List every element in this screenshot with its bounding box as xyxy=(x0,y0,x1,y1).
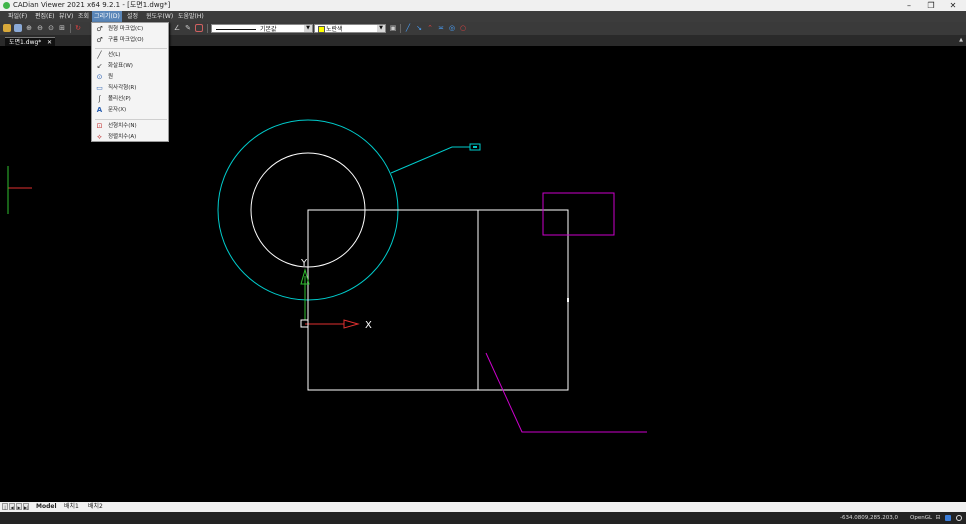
magenta-polyline[interactable] xyxy=(485,352,647,433)
menu-settings[interactable]: 설정 xyxy=(125,11,140,22)
aligned-dimension-icon: ⟡ xyxy=(97,133,102,141)
rectangle-icon: ▭ xyxy=(96,84,103,92)
draw-menu-item-rectangle[interactable]: ▭ 직사각형(R) xyxy=(92,83,168,94)
line-tool-icon[interactable]: ╱ xyxy=(404,24,412,32)
toolbar-separator xyxy=(70,24,71,33)
draw-menu-item-circle[interactable]: ⊙ 원 xyxy=(92,72,168,83)
cloud-tool-icon[interactable]: ≍ xyxy=(437,24,445,32)
monitor-icon[interactable] xyxy=(945,515,951,521)
ucs-y-label: Y xyxy=(300,258,308,269)
first-tab-icon[interactable]: |◀ xyxy=(2,503,8,517)
draw-menu-item-polyline[interactable]: ʃ 폴리선(P) xyxy=(92,94,168,105)
edge-grip xyxy=(567,298,569,302)
layout-tab-bar: |◀ ◀ ▶ ▶| Model 배치1 배치2 xyxy=(0,502,966,517)
circle-icon: ⊙ xyxy=(96,73,103,81)
cursor-coordinates: -634.0809,285.203,0 xyxy=(840,515,898,521)
print-icon[interactable] xyxy=(195,24,203,32)
layer-icon[interactable]: ▣ xyxy=(389,24,397,32)
draw-menu-item-line[interactable]: ╱ 선(L) xyxy=(92,50,168,61)
menu-bar: 파일(F) 편집(E) 뷰(V) 조회 그리기(D) 설정 윈도우(W) 도움말… xyxy=(0,11,966,22)
status-bar: -634.0809,285.203,0 OpenGL ⊟ xyxy=(0,512,966,524)
zoom-in-icon[interactable]: ⊕ xyxy=(25,24,33,32)
close-button[interactable]: ✕ xyxy=(942,0,964,11)
renderer-mode[interactable]: OpenGL xyxy=(910,512,932,524)
menu-separator xyxy=(95,119,167,120)
chevron-up-icon[interactable]: ▲ xyxy=(959,37,963,43)
magenta-rectangle[interactable] xyxy=(542,192,615,236)
color-value: 노란색 xyxy=(326,26,343,33)
cloud-markup-icon: ♂ xyxy=(96,36,103,44)
polyline-icon: ʃ xyxy=(98,95,101,103)
circle-markup-icon: ♂ xyxy=(96,25,103,33)
zoom-out-icon[interactable]: ⊖ xyxy=(36,24,44,32)
right-rectangle[interactable] xyxy=(477,209,569,391)
linetype-preview xyxy=(216,29,256,30)
menu-separator xyxy=(95,48,167,49)
linetype-value: 기본값 xyxy=(260,26,277,33)
leader-grip xyxy=(473,146,477,148)
last-tab-icon[interactable]: ▶| xyxy=(23,503,29,510)
prev-tab-icon[interactable]: ◀ xyxy=(9,503,15,510)
text-icon: A xyxy=(96,106,103,114)
title-bar: CADian Viewer 2021 x64 9.2.1 - [도면1.dwg*… xyxy=(0,0,966,11)
line-icon: ╱ xyxy=(97,51,102,59)
linetype-select[interactable]: 기본값 ▼ xyxy=(211,24,313,33)
zoom-window-icon[interactable]: ⊞ xyxy=(58,24,66,32)
arrow-tool-icon[interactable]: ↘ xyxy=(415,24,423,32)
measure-icon[interactable]: ∠ xyxy=(173,24,181,32)
draw-menu-item-circle-markup[interactable]: ♂ 원형 마크업(C) xyxy=(92,24,168,35)
save-icon[interactable] xyxy=(14,24,22,32)
restore-button[interactable]: ❐ xyxy=(920,0,942,11)
circle-tool-icon[interactable]: ◎ xyxy=(448,24,456,32)
document-tab[interactable]: 도면1.dwg* ✕ xyxy=(5,37,55,46)
toolbar-separator xyxy=(207,24,208,33)
menu-help[interactable]: 도움말(H) xyxy=(176,11,206,22)
zoom-extents-icon[interactable]: ⊙ xyxy=(47,24,55,32)
draw-menu-item-arrow[interactable]: ↙ 화살표(W) xyxy=(92,61,168,72)
pen-icon[interactable]: ✎ xyxy=(184,24,192,32)
circle-markup-tool-icon[interactable]: ○ xyxy=(459,24,467,32)
menu-inquiry[interactable]: 조회 xyxy=(76,11,91,22)
polyline-tool-icon[interactable]: ⌃ xyxy=(426,24,434,32)
next-tab-icon[interactable]: ▶ xyxy=(16,503,22,510)
ucs-x-arrow xyxy=(343,319,360,329)
menu-window[interactable]: 윈도우(W) xyxy=(144,11,175,22)
redraw-icon[interactable]: ↻ xyxy=(74,24,82,32)
menu-file[interactable]: 파일(F) xyxy=(6,11,29,22)
chevron-down-icon[interactable]: ▼ xyxy=(304,25,312,32)
draw-menu-item-aligned-dimension[interactable]: ⟡ 정렬치수(A) xyxy=(92,132,168,143)
open-icon[interactable] xyxy=(3,24,11,32)
window-title: CADian Viewer 2021 x64 9.2.1 - [도면1.dwg*… xyxy=(13,1,171,9)
leader-line[interactable] xyxy=(390,146,470,174)
left-rectangle[interactable] xyxy=(307,209,479,391)
minimize-button[interactable]: – xyxy=(898,0,920,11)
menu-view[interactable]: 뷰(V) xyxy=(57,11,75,22)
linear-dimension-icon: ⊡ xyxy=(96,122,103,130)
draw-menu-item-linear-dimension[interactable]: ⊡ 선형치수(N) xyxy=(92,121,168,132)
tab-layout1[interactable]: 배치1 xyxy=(64,502,79,512)
app-logo-icon xyxy=(3,2,10,9)
tab-model[interactable]: Model xyxy=(36,502,57,512)
menu-edit[interactable]: 편집(E) xyxy=(33,11,57,22)
document-tab-label: 도면1.dwg* xyxy=(9,39,42,46)
tab-layout2[interactable]: 배치2 xyxy=(88,502,103,512)
menu-draw[interactable]: 그리기(D) xyxy=(92,11,122,22)
color-swatch xyxy=(318,26,325,33)
ucs-x-label: X xyxy=(365,320,372,331)
settings-icon[interactable]: ⊟ xyxy=(935,515,941,521)
draw-menu-item-text[interactable]: A 문자(X) xyxy=(92,105,168,116)
draw-menu-item-cloud-markup[interactable]: ♂ 구름 마크업(O) xyxy=(92,35,168,46)
draw-menu-dropdown: ♂ 원형 마크업(C) ♂ 구름 마크업(O) ╱ 선(L) ↙ 화살표(W) … xyxy=(91,22,169,142)
arrow-icon: ↙ xyxy=(96,62,103,70)
color-select[interactable]: 노란색 ▼ xyxy=(314,24,386,33)
status-circle-icon[interactable] xyxy=(956,515,962,521)
chevron-down-icon[interactable]: ▼ xyxy=(377,25,385,32)
toolbar-separator xyxy=(400,24,401,33)
